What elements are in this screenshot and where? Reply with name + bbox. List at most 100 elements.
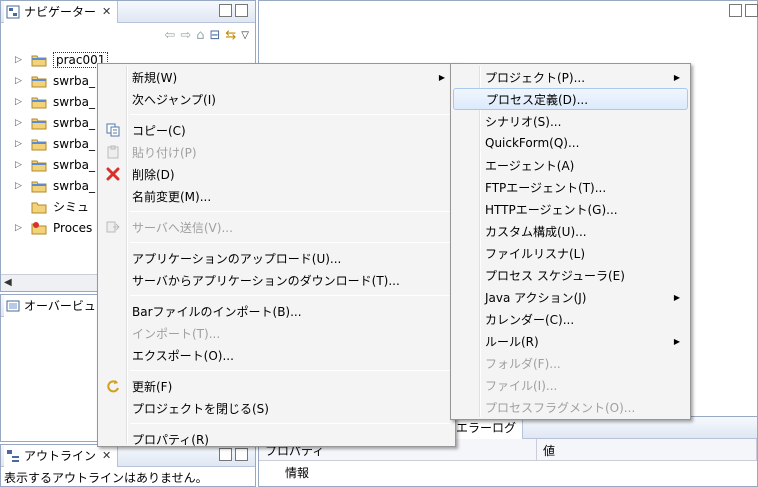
tree-item-label: シミュ — [53, 200, 90, 214]
menu-refresh[interactable]: 更新(F) — [100, 375, 453, 397]
submenu-folder[interactable]: フォルダ(F)... — [453, 352, 688, 374]
maximize-button[interactable] — [235, 4, 248, 17]
properties-row-info[interactable]: 情報 — [259, 461, 757, 484]
menu-import-bar-label: Barファイルのインポート(B)... — [132, 304, 302, 319]
expand-icon[interactable]: ▷ — [15, 118, 25, 128]
submenu-file[interactable]: ファイル(I)... — [453, 374, 688, 396]
menu-copy-label: コピー(C) — [132, 123, 186, 138]
submenu-file-listener[interactable]: ファイルリスナ(L) — [453, 242, 688, 264]
submenu-process-def-label: プロセス定義(D)... — [486, 92, 589, 107]
project-folder-icon — [31, 76, 47, 87]
menu-upload-label: アプリケーションのアップロード(U)... — [132, 251, 342, 266]
submenu-agent[interactable]: エージェント(A) — [453, 154, 688, 176]
editor-maximize-button[interactable] — [745, 4, 758, 17]
submenu-fragment[interactable]: プロセスフラグメント(O)... — [453, 396, 688, 418]
submenu-scheduler-label: プロセス スケジューラ(E) — [485, 268, 625, 283]
window-controls — [219, 4, 248, 17]
menu-separator — [130, 295, 451, 296]
back-icon[interactable]: ⇦ — [164, 28, 175, 43]
forward-icon[interactable]: ⇨ — [180, 28, 191, 43]
navigator-title: ナビゲーター — [24, 5, 97, 19]
submenu-http-agent-label: HTTPエージェント(G)... — [485, 202, 618, 217]
menu-import-bar[interactable]: Barファイルのインポート(B)... — [100, 300, 453, 322]
menu-download-label: サーバからアプリケーションのダウンロード(T)... — [132, 273, 400, 288]
expand-icon[interactable]: ▷ — [15, 160, 25, 170]
simulation-folder-icon — [31, 202, 47, 213]
tree-item-label: swrba_ — [53, 136, 95, 151]
submenu-ftp-agent[interactable]: FTPエージェント(T)... — [453, 176, 688, 198]
submenu-scheduler[interactable]: プロセス スケジューラ(E) — [453, 264, 688, 286]
expand-icon[interactable]: ▷ — [15, 55, 25, 65]
menu-delete[interactable]: 削除(D) — [100, 163, 453, 185]
menu-export[interactable]: エクスポート(O)... — [100, 344, 453, 366]
overview-tab[interactable]: オーバービュ — [4, 294, 103, 317]
navigator-header: ナビゲーター ✕ — [1, 0, 255, 23]
menu-separator — [130, 211, 451, 212]
submenu-project[interactable]: プロジェクト(P)... ▶ — [453, 66, 688, 88]
error-log-label: エラーログ — [456, 421, 517, 435]
submenu-arrow-icon: ▶ — [673, 292, 680, 302]
close-icon[interactable]: ✕ — [102, 5, 111, 18]
outline-icon — [7, 449, 19, 462]
view-menu-icon[interactable]: ▽ — [241, 30, 249, 41]
menu-rename[interactable]: 名前変更(M)... — [100, 185, 453, 207]
link-editor-icon[interactable]: ⇆ — [225, 28, 236, 43]
submenu-project-label: プロジェクト(P)... — [485, 70, 586, 85]
delete-icon — [106, 167, 120, 181]
menu-import[interactable]: インポート(T)... — [100, 322, 453, 344]
submenu-file-listener-label: ファイルリスナ(L) — [485, 246, 586, 261]
expand-icon[interactable]: ▷ — [15, 97, 25, 107]
submenu-fragment-label: プロセスフラグメント(O)... — [485, 400, 636, 415]
submenu-arrow-icon: ▶ — [673, 336, 680, 346]
menu-separator — [130, 370, 451, 371]
menu-separator — [130, 114, 451, 115]
expand-icon[interactable]: ▷ — [15, 76, 25, 86]
overview-icon — [6, 300, 20, 311]
outline-title: アウトライン — [24, 449, 97, 463]
submenu-folder-label: フォルダ(F)... — [485, 356, 561, 371]
menu-export-label: エクスポート(O)... — [132, 348, 234, 363]
menu-new[interactable]: 新規(W) ▶ — [100, 66, 453, 88]
submenu-calendar[interactable]: カレンダー(C)... — [453, 308, 688, 330]
menu-goto[interactable]: 次へジャンプ(I) — [100, 88, 453, 110]
menu-copy[interactable]: コピー(C) — [100, 119, 453, 141]
project-folder-icon — [31, 181, 47, 192]
menu-paste-label: 貼り付け(P) — [132, 145, 197, 160]
project-folder-icon — [31, 97, 47, 108]
menu-upload-app[interactable]: アプリケーションのアップロード(U)... — [100, 247, 453, 269]
expand-icon[interactable]: ▷ — [15, 139, 25, 149]
project-folder-icon — [31, 55, 47, 66]
menu-download-app[interactable]: サーバからアプリケーションのダウンロード(T)... — [100, 269, 453, 291]
submenu-rule-label: ルール(R) — [485, 334, 539, 349]
submenu-quickform[interactable]: QuickForm(Q)... — [453, 132, 688, 154]
outline-close-icon[interactable]: ✕ — [102, 449, 111, 462]
submenu-custom[interactable]: カスタム構成(U)... — [453, 220, 688, 242]
navigator-tab[interactable]: ナビゲーター ✕ — [4, 0, 119, 23]
submenu-java-action[interactable]: Java アクション(J) ▶ — [453, 286, 688, 308]
menu-paste[interactable]: 貼り付け(P) — [100, 141, 453, 163]
menu-properties[interactable]: プロパティ(R) — [100, 428, 453, 450]
navigator-toolbar: ⇦ ⇨ ⌂ ⊟ ⇆ ▽ — [1, 23, 255, 47]
submenu-rule[interactable]: ルール(R) ▶ — [453, 330, 688, 352]
overview-title: オーバービュ — [24, 299, 96, 313]
menu-send-to-server[interactable]: サーバへ送信(V)... — [100, 216, 453, 238]
menu-import-label: インポート(T)... — [132, 326, 221, 341]
collapse-all-icon[interactable]: ⊟ — [209, 28, 220, 43]
project-folder-icon — [31, 139, 47, 150]
context-menu: 新規(W) ▶ 次へジャンプ(I) コピー(C) 貼り付け(P) 削除(D) 名前… — [97, 63, 456, 447]
paste-icon — [107, 145, 119, 159]
menu-properties-label: プロパティ(R) — [132, 432, 209, 447]
expand-icon[interactable]: ▷ — [15, 223, 25, 233]
expand-icon[interactable]: ▷ — [15, 181, 25, 191]
scroll-left-icon[interactable]: ◀ — [4, 277, 12, 288]
editor-minimize-button[interactable] — [729, 4, 742, 17]
submenu-scenario[interactable]: シナリオ(S)... — [453, 110, 688, 132]
submenu-process-def[interactable]: プロセス定義(D)... — [453, 88, 688, 110]
home-icon[interactable]: ⌂ — [196, 28, 204, 43]
submenu-ftp-agent-label: FTPエージェント(T)... — [485, 180, 607, 195]
submenu-agent-label: エージェント(A) — [485, 158, 575, 173]
submenu-java-action-label: Java アクション(J) — [485, 290, 587, 305]
menu-close-project[interactable]: プロジェクトを閉じる(S) — [100, 397, 453, 419]
minimize-button[interactable] — [219, 4, 232, 17]
submenu-http-agent[interactable]: HTTPエージェント(G)... — [453, 198, 688, 220]
